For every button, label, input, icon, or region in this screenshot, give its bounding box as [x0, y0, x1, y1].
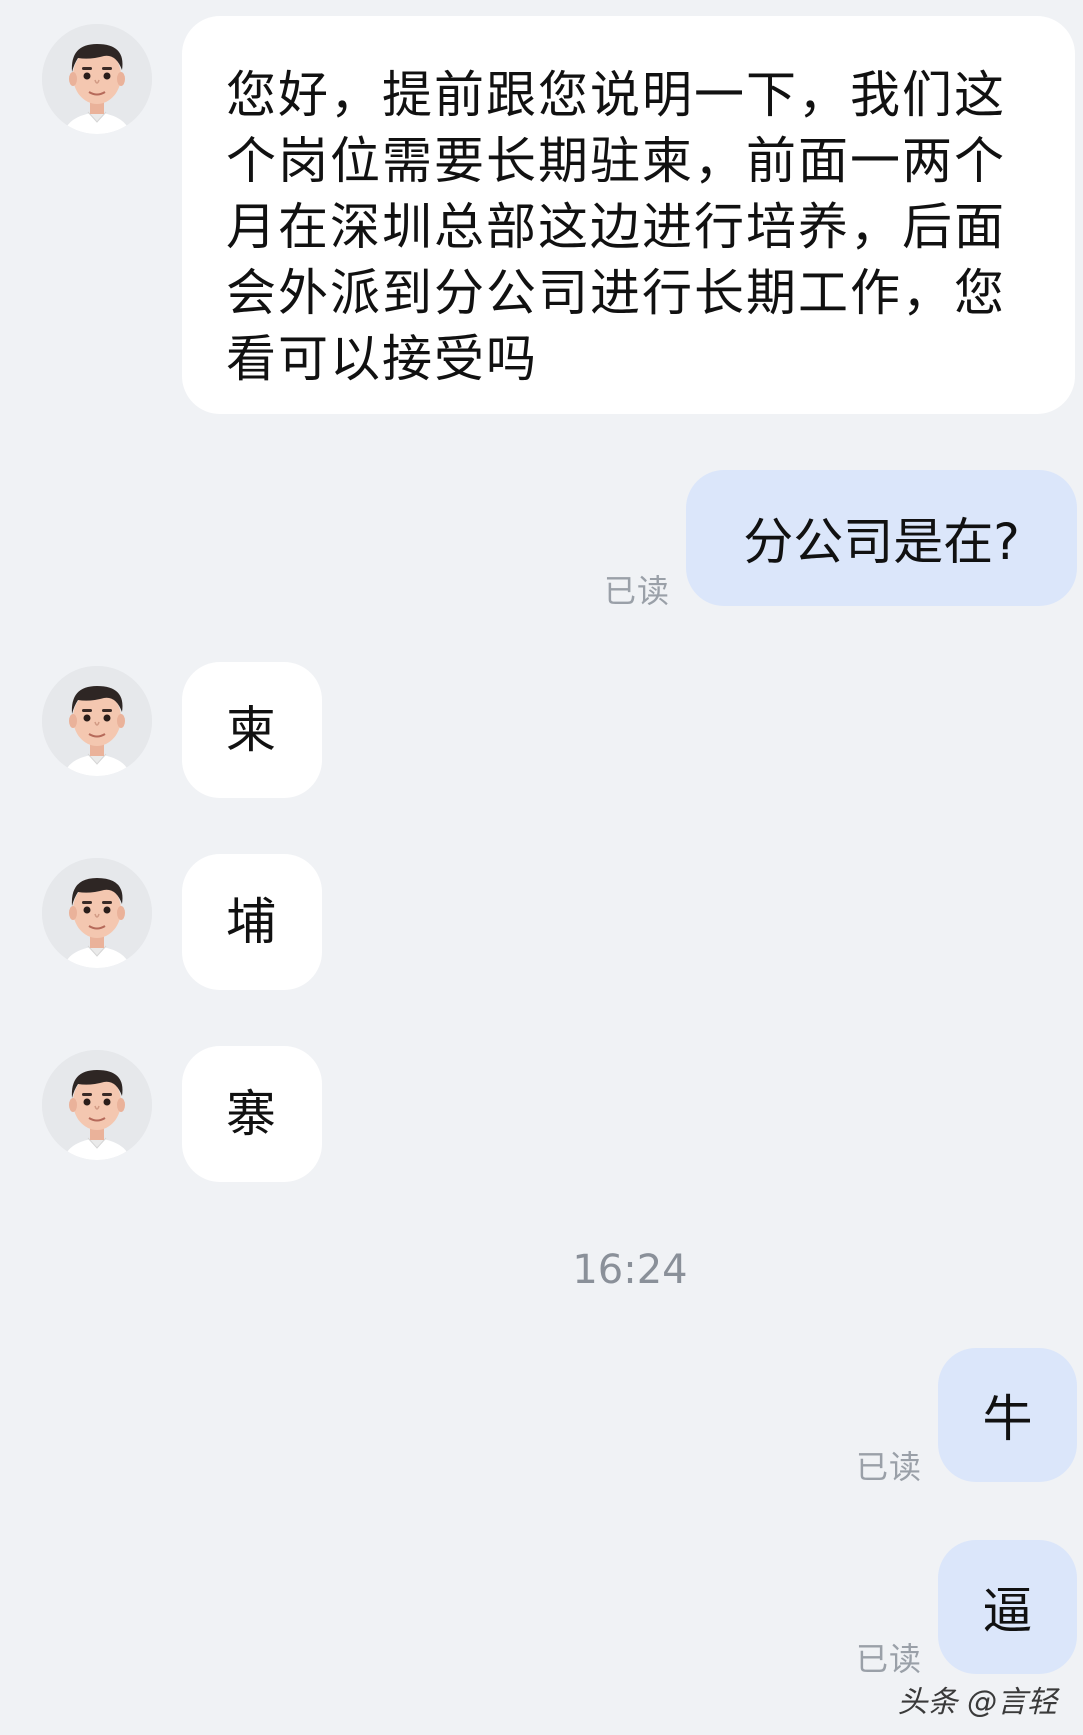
message-text: 逼 — [982, 1582, 1033, 1640]
avatar[interactable] — [42, 24, 152, 134]
avatar[interactable] — [42, 666, 152, 776]
avatar[interactable] — [42, 1050, 152, 1160]
read-status: 已读 — [604, 572, 671, 610]
avatar[interactable] — [42, 858, 152, 968]
message-bubble-incoming[interactable]: 埔 — [182, 854, 322, 990]
avatar-icon — [42, 24, 152, 134]
message-bubble-outgoing[interactable]: 分公司是在? — [686, 470, 1077, 606]
message-text: 您好，提前跟您说明一下，我们这个岗位需要长期驻柬，前面一两个月在深圳总部这边进行… — [226, 66, 1006, 388]
avatar-icon — [42, 858, 152, 968]
message-text: 牛 — [982, 1390, 1033, 1448]
read-status: 已读 — [856, 1448, 923, 1486]
avatar-icon — [42, 666, 152, 776]
message-bubble-incoming[interactable]: 寨 — [182, 1046, 322, 1182]
message-bubble-outgoing[interactable]: 牛 — [938, 1348, 1077, 1482]
message-text: 分公司是在? — [743, 513, 1020, 571]
message-bubble-incoming[interactable]: 您好，提前跟您说明一下，我们这个岗位需要长期驻柬，前面一两个月在深圳总部这边进行… — [182, 16, 1075, 414]
message-bubble-outgoing[interactable]: 逼 — [938, 1540, 1077, 1674]
avatar-icon — [42, 1050, 152, 1160]
message-bubble-incoming[interactable]: 柬 — [182, 662, 322, 798]
watermark: 头条 @言轻 — [897, 1685, 1057, 1720]
message-text: 埔 — [226, 893, 278, 951]
message-text: 寨 — [226, 1085, 278, 1143]
message-text: 柬 — [226, 701, 278, 759]
read-status: 已读 — [856, 1640, 923, 1678]
timestamp: 16:24 — [572, 1247, 688, 1293]
